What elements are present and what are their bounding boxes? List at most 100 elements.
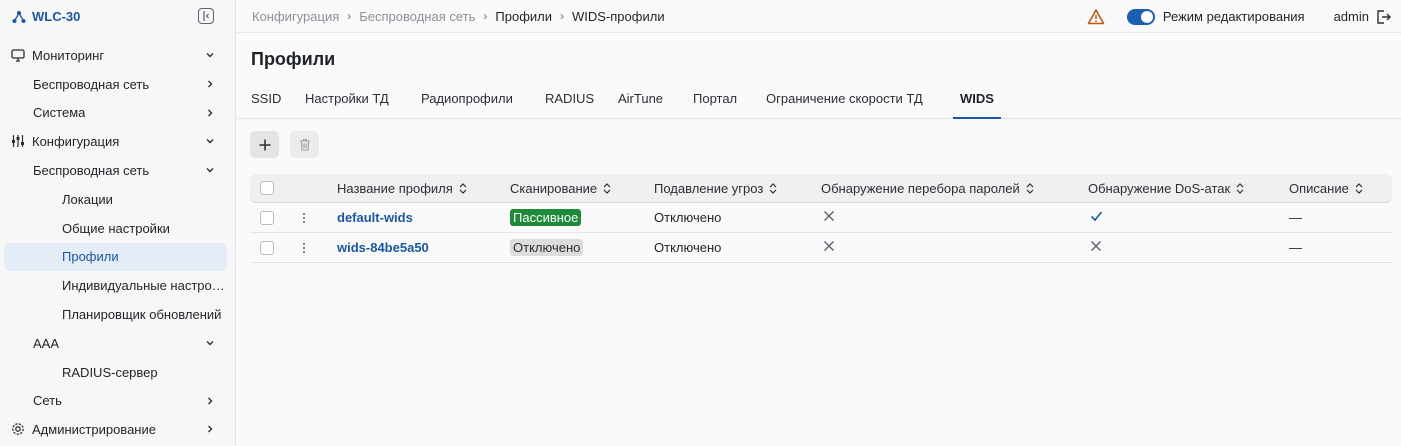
column-header-scanning[interactable]: Сканирование: [510, 174, 611, 202]
chevron-right-icon: ›: [347, 9, 352, 23]
sort-icon: [1026, 182, 1034, 194]
edit-mode-label: Режим редактирования: [1162, 9, 1305, 24]
column-header-name[interactable]: Название профиля: [337, 174, 467, 202]
sidebar-item-update-scheduler[interactable]: Планировщик обновлений: [4, 300, 227, 329]
sidebar-item-label: AAA: [33, 335, 60, 351]
sidebar-item-general-settings[interactable]: Общие настройки: [4, 214, 227, 243]
tab-radius[interactable]: RADIUS: [538, 91, 601, 119]
chevron-right-icon: [205, 424, 215, 434]
column-header-label: Обнаружение перебора паролей: [821, 180, 1020, 196]
warning-icon[interactable]: [1087, 8, 1105, 26]
sidebar-item-label: Беспроводная сеть: [33, 76, 150, 92]
tab-wids[interactable]: WIDS: [953, 91, 1001, 119]
column-header-label: Подавление угроз: [654, 180, 764, 196]
sidebar-item-label: Администрирование: [32, 422, 156, 438]
page-title: Профили: [251, 49, 336, 69]
topbar: Конфигурация › Беспроводная сеть › Профи…: [236, 0, 1401, 33]
sidebar-item-label: Локации: [62, 191, 113, 207]
column-header-description[interactable]: Описание: [1289, 174, 1363, 202]
chevron-down-icon: [205, 338, 215, 348]
profile-name-link[interactable]: default-wids: [337, 210, 413, 225]
main-content: Профили SSID Настройки ТД Радиопрофили R…: [236, 33, 1401, 446]
sidebar-item-aaa[interactable]: AAA: [4, 329, 227, 358]
tab-radio-profiles[interactable]: Радиопрофили: [414, 91, 520, 119]
column-header-label: Описание: [1289, 180, 1349, 196]
sidebar-item-configuration[interactable]: Конфигурация: [4, 127, 227, 156]
check-icon: [1090, 210, 1103, 225]
sidebar-item-label: Сеть: [33, 393, 62, 409]
breadcrumb-item[interactable]: Профили: [495, 9, 552, 24]
sliders-icon: [11, 134, 25, 148]
sort-icon: [603, 182, 611, 194]
sidebar-item-radius-server[interactable]: RADIUS-сервер: [4, 358, 227, 387]
chevron-right-icon: ›: [560, 9, 564, 23]
row-menu-icon[interactable]: [303, 242, 305, 253]
logout-icon[interactable]: [1375, 9, 1391, 25]
sidebar-item-network[interactable]: Сеть: [4, 387, 227, 416]
table-header: Название профиля Сканирование Подавление…: [250, 174, 1392, 203]
header-actions: Режим редактирования admin: [1087, 0, 1391, 33]
row-checkbox[interactable]: [260, 240, 274, 255]
profile-name-link[interactable]: wids-84be5a50: [337, 240, 429, 255]
sidebar-item-label: Конфигурация: [32, 134, 120, 150]
sidebar-item-monitoring-wireless[interactable]: Беспроводная сеть: [4, 70, 227, 99]
add-button[interactable]: [250, 131, 279, 158]
sidebar-item-label: Мониторинг: [32, 47, 105, 63]
tab-ap-settings[interactable]: Настройки ТД: [298, 91, 396, 119]
tab-bar: SSID Настройки ТД Радиопрофили RADIUS Ai…: [236, 85, 1401, 119]
scan-status-badge: Отключено: [510, 239, 584, 256]
column-header-dos[interactable]: Обнаружение DoS-атак: [1088, 174, 1244, 202]
breadcrumb: Конфигурация › Беспроводная сеть › Профи…: [236, 9, 665, 24]
sidebar-item-label: RADIUS-сервер: [62, 364, 158, 380]
suppression-value: Отключено: [654, 210, 722, 225]
sidebar-item-label: Профили: [62, 249, 119, 265]
breadcrumb-item[interactable]: Конфигурация: [252, 9, 339, 24]
sort-icon: [769, 182, 777, 194]
app-name: WLC-30: [32, 9, 81, 24]
sidebar-item-profiles[interactable]: Профили: [4, 242, 227, 272]
sidebar-item-config-wireless[interactable]: Беспроводная сеть: [4, 156, 227, 185]
collapse-sidebar-icon[interactable]: [198, 8, 214, 24]
user-name[interactable]: admin: [1334, 9, 1369, 24]
description-value: —: [1289, 210, 1302, 225]
chevron-down-icon: [205, 136, 215, 146]
monitor-icon: [11, 48, 25, 62]
delete-button[interactable]: [290, 131, 319, 158]
sidebar-item-individual-settings[interactable]: Индивидуальные настройки: [4, 271, 227, 300]
breadcrumb-current: WIDS-профили: [572, 8, 665, 24]
tab-ssid[interactable]: SSID: [244, 91, 288, 119]
network-logo-icon: [12, 10, 26, 24]
chevron-right-icon: [205, 396, 215, 406]
description-value: —: [1289, 240, 1302, 255]
select-all-checkbox[interactable]: [260, 181, 274, 195]
row-checkbox[interactable]: [260, 210, 274, 225]
sort-icon: [1355, 182, 1363, 194]
sidebar-item-administration[interactable]: Администрирование: [4, 415, 227, 444]
tab-portal[interactable]: Портал: [686, 91, 744, 119]
row-menu-icon[interactable]: [303, 212, 305, 223]
cross-icon: [823, 240, 835, 255]
sidebar-item-label: Беспроводная сеть: [33, 163, 150, 179]
column-header-brute-force[interactable]: Обнаружение перебора паролей: [821, 174, 1034, 202]
sidebar-item-monitoring-system[interactable]: Система: [4, 99, 227, 128]
scan-status-badge: Пассивное: [510, 209, 582, 226]
column-header-suppression[interactable]: Подавление угроз: [654, 174, 777, 202]
edit-mode-toggle[interactable]: [1126, 8, 1155, 25]
chevron-down-icon: [205, 50, 215, 60]
sidebar-item-locations[interactable]: Локации: [4, 185, 227, 214]
tab-ap-rate-limit[interactable]: Ограничение скорости ТД: [759, 91, 930, 119]
chevron-down-icon: [205, 165, 215, 175]
table-row[interactable]: wids-84be5a50 Отключено Отключено —: [250, 233, 1392, 263]
suppression-value: Отключено: [654, 240, 722, 255]
gear-icon: [11, 422, 25, 436]
sidebar-item-label: Система: [33, 105, 86, 121]
tab-airtune[interactable]: AirTune: [611, 91, 670, 119]
cross-icon: [823, 210, 835, 225]
sidebar-item-monitoring[interactable]: Мониторинг: [4, 41, 227, 70]
sidebar-item-label: Индивидуальные настройки: [62, 278, 227, 294]
sidebar-item-label: Общие настройки: [62, 220, 170, 236]
breadcrumb-item[interactable]: Беспроводная сеть: [359, 9, 475, 24]
sort-icon: [459, 182, 467, 194]
chevron-right-icon: [205, 79, 215, 89]
table-row[interactable]: default-wids Пассивное Отключено —: [250, 203, 1392, 233]
